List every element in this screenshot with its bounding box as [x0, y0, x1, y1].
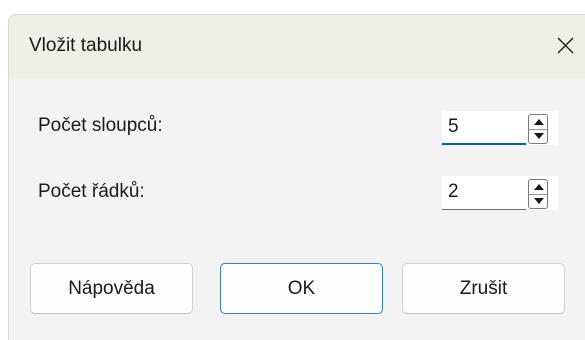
columns-increment-button[interactable] — [529, 115, 547, 130]
dialog-title: Vložit tabulku — [29, 35, 143, 56]
columns-input-underline — [442, 143, 526, 145]
columns-label: Počet sloupců: — [38, 115, 163, 136]
close-button[interactable] — [545, 27, 585, 63]
columns-decrement-button[interactable] — [529, 129, 547, 143]
triangle-up-icon — [534, 184, 544, 190]
triangle-down-icon — [534, 198, 544, 204]
columns-spin-buttons — [528, 114, 548, 144]
rows-input[interactable] — [442, 176, 526, 208]
rows-label: Počet řádků: — [38, 181, 145, 202]
columns-input[interactable] — [442, 111, 526, 143]
rows-increment-button[interactable] — [529, 180, 547, 195]
columns-spinbox — [442, 111, 558, 145]
triangle-up-icon — [534, 119, 544, 125]
rows-spin-buttons — [528, 179, 548, 209]
rows-decrement-button[interactable] — [529, 194, 547, 208]
cancel-button[interactable]: Zrušit — [402, 263, 565, 314]
rows-input-underline — [442, 209, 526, 210]
dialog-titlebar: Vložit tabulku — [9, 15, 585, 78]
ok-button[interactable]: OK — [220, 263, 383, 314]
help-button[interactable]: Nápověda — [30, 263, 193, 314]
triangle-down-icon — [534, 133, 544, 139]
rows-spinbox — [442, 176, 558, 210]
insert-table-dialog: Vložit tabulku Počet sloupců: Počet řádk — [8, 14, 585, 340]
close-icon — [557, 37, 574, 54]
